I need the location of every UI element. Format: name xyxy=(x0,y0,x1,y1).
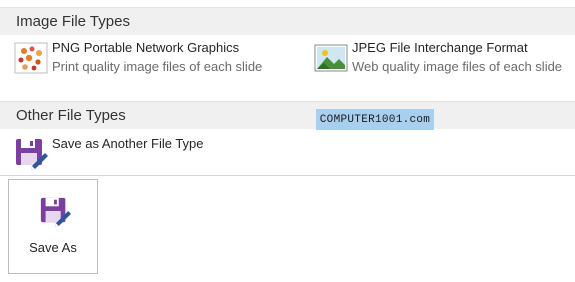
image-file-types-title: Image File Types xyxy=(16,13,130,30)
save-as-another-title: Save as Another File Type xyxy=(52,136,204,151)
png-title: PNG Portable Network Graphics xyxy=(52,40,240,55)
png-image-icon xyxy=(14,42,48,74)
png-file-type-option[interactable]: PNG Portable Network Graphics Print qual… xyxy=(14,40,304,86)
save-as-icon xyxy=(16,139,48,170)
save-as-label: Save As xyxy=(29,240,77,255)
jpeg-description: Web quality image files of each slide xyxy=(352,59,563,74)
save-as-icon xyxy=(40,197,71,227)
image-file-types-header: Image File Types xyxy=(0,7,575,35)
other-file-types-title: Other File Types xyxy=(16,107,126,124)
watermark-label: COMPUTER1001.com xyxy=(316,109,434,130)
jpeg-file-type-option[interactable]: JPEG File Interchange Format Web quality… xyxy=(314,40,575,86)
jpeg-title: JPEG File Interchange Format xyxy=(352,40,528,55)
jpeg-image-icon xyxy=(314,44,348,72)
other-file-types-header: Other File Types xyxy=(0,101,575,129)
save-as-button[interactable]: Save As xyxy=(8,179,98,274)
section-divider xyxy=(0,175,575,176)
save-as-another-file-type-option[interactable]: Save as Another File Type xyxy=(14,134,314,170)
png-description: Print quality image files of each slide xyxy=(52,59,263,74)
